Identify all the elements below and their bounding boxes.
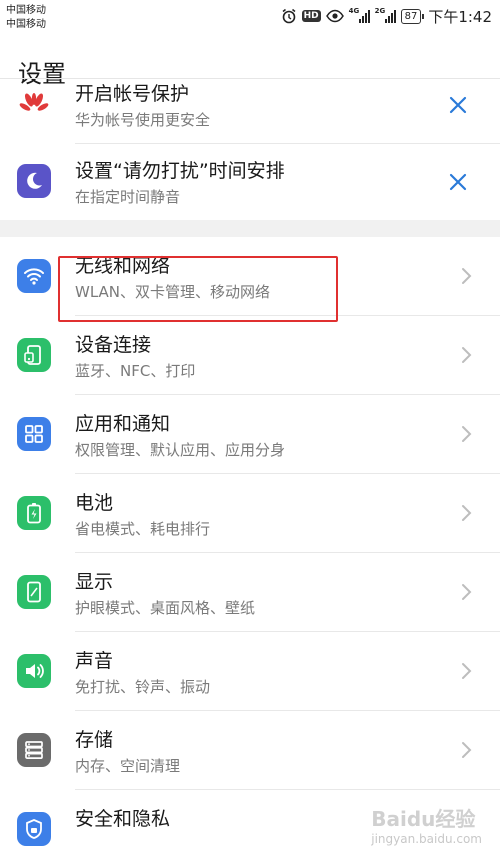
alarm-icon <box>282 8 296 24</box>
item-subtitle: 省电模式、耗电排行 <box>75 520 211 538</box>
moon-icon <box>17 164 51 198</box>
shield-icon <box>17 812 51 846</box>
item-subtitle: 免打扰、铃声、振动 <box>75 678 211 696</box>
item-subtitle: 护眼模式、桌面风格、壁纸 <box>75 599 256 617</box>
notice-section: 开启帐号保护 华为帐号使用更安全 设置“请勿打扰”时间安排 在指定时间静音 <box>0 78 500 220</box>
signal-icon-2: 2G <box>375 7 396 23</box>
chevron-right-icon <box>462 347 472 363</box>
watermark: Baidu经验 jingyan.baidu.com <box>371 803 482 846</box>
hd-icon: HD <box>301 10 321 22</box>
settings-item-battery[interactable]: 电池 省电模式、耗电排行 <box>0 474 500 553</box>
chevron-right-icon <box>462 584 472 600</box>
item-subtitle: 蓝牙、NFC、打印 <box>75 362 196 380</box>
chevron-right-icon <box>462 663 472 679</box>
display-icon <box>17 575 51 609</box>
wifi-icon <box>17 259 51 293</box>
notice-account-protection[interactable]: 开启帐号保护 华为帐号使用更安全 <box>0 79 500 144</box>
battery-icon <box>17 496 51 530</box>
item-title: 显示 <box>75 571 114 593</box>
settings-item-storage[interactable]: 存储 内存、空间清理 <box>0 711 500 790</box>
carrier-2: 中国移动 <box>6 19 46 30</box>
item-title: 电池 <box>75 492 114 514</box>
settings-item-display[interactable]: 显示 护眼模式、桌面风格、壁纸 <box>0 553 500 632</box>
status-bar: 中国移动 中国移动 HD 4G 2G 87 下午1:42 <box>0 0 500 36</box>
carrier-info: 中国移动 中国移动 <box>6 4 46 32</box>
battery-level: 87 <box>400 8 425 24</box>
settings-item-sound[interactable]: 声音 免打扰、铃声、振动 <box>0 632 500 711</box>
item-title: 存储 <box>75 729 114 751</box>
carrier-1: 中国移动 <box>6 5 46 16</box>
device-connection-icon <box>17 338 51 372</box>
item-title: 应用和通知 <box>75 413 171 435</box>
notice-subtitle: 在指定时间静音 <box>75 188 181 206</box>
settings-item-apps-notifications[interactable]: 应用和通知 权限管理、默认应用、应用分身 <box>0 395 500 474</box>
item-title: 安全和隐私 <box>75 808 171 830</box>
close-icon[interactable] <box>446 170 470 194</box>
item-subtitle: 内存、空间清理 <box>75 757 181 775</box>
signal-icon-1: 4G <box>349 7 370 23</box>
chevron-right-icon <box>462 426 472 442</box>
chevron-right-icon <box>462 742 472 758</box>
item-subtitle: 权限管理、默认应用、应用分身 <box>75 441 286 459</box>
chevron-right-icon <box>462 268 472 284</box>
clock: 下午1:42 <box>428 7 492 26</box>
watermark-url: jingyan.baidu.com <box>371 832 482 846</box>
apps-grid-icon <box>17 417 51 451</box>
settings-item-device-connection[interactable]: 设备连接 蓝牙、NFC、打印 <box>0 316 500 395</box>
item-title: 声音 <box>75 650 114 672</box>
watermark-brand: Baidu经验 <box>371 807 476 831</box>
close-icon[interactable] <box>446 93 470 117</box>
section-gap <box>0 220 500 237</box>
notice-title: 设置“请勿打扰”时间安排 <box>75 160 285 182</box>
notice-subtitle: 华为帐号使用更安全 <box>75 111 211 129</box>
chevron-right-icon <box>462 505 472 521</box>
notice-do-not-disturb[interactable]: 设置“请勿打扰”时间安排 在指定时间静音 <box>0 144 500 220</box>
notice-title: 开启帐号保护 <box>75 83 190 105</box>
settings-list: 开启帐号保护 华为帐号使用更安全 设置“请勿打扰”时间安排 在指定时间静音 无线… <box>0 78 500 852</box>
status-icons: HD 4G 2G 87 下午1:42 <box>281 6 492 26</box>
item-title: 设备连接 <box>75 334 152 356</box>
storage-icon <box>17 733 51 767</box>
highlight-box <box>58 256 338 322</box>
speaker-icon <box>17 654 51 688</box>
huawei-logo-icon <box>17 87 51 121</box>
eye-comfort-icon <box>325 9 344 23</box>
